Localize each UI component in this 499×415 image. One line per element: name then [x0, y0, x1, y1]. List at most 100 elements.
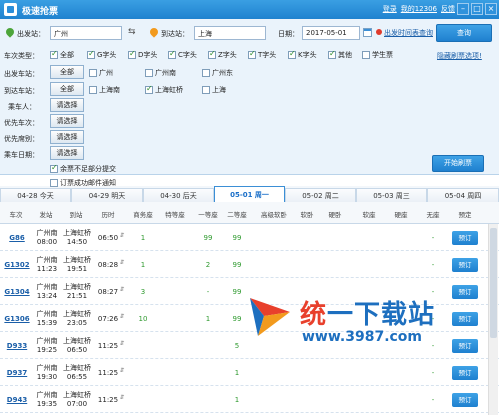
checkbox-icon [89, 86, 97, 94]
train-number[interactable]: G86 [4, 234, 30, 242]
timetable-link[interactable]: 出发时间表查询 [384, 28, 433, 38]
student-ticket-checkbox[interactable]: 学生票 [362, 50, 393, 60]
col-hard-seat: 硬座 [394, 211, 408, 219]
depart-station-guangzhou[interactable]: 广州 [89, 68, 113, 78]
from-cell: 广州南 19:35 [34, 391, 60, 409]
arrive-station-label: 到达车站： [4, 87, 39, 95]
from-station-input[interactable]: 广州 [50, 26, 122, 40]
arrive-station-hongqiao[interactable]: 上海虹桥 [145, 84, 183, 95]
from-station: 广州南 [36, 337, 58, 345]
train-number[interactable]: D933 [4, 342, 30, 350]
login-link[interactable]: 登录 [383, 4, 397, 14]
train-number[interactable]: D943 [4, 396, 30, 404]
col-special: 特等座 [165, 211, 185, 219]
from-time: 19:25 [36, 346, 58, 354]
train-type-t[interactable]: T字头 [248, 49, 276, 60]
to-cell: 上海虹桥 06:50 [62, 337, 92, 355]
table-row[interactable]: D943 广州南 19:35 上海虹桥 07:00 ⇵ 11:25 1- 预订 [0, 387, 499, 413]
scrollbar-thumb[interactable] [490, 228, 497, 338]
to-time: 19:51 [66, 265, 88, 273]
depart-station-guangzhoudong[interactable]: 广州东 [202, 68, 233, 78]
to-label: 到达站： [161, 30, 189, 38]
checkbox-icon [128, 49, 136, 59]
arrive-station-shanghainan[interactable]: 上海南 [89, 85, 120, 95]
train-number[interactable]: G1306 [4, 315, 30, 323]
arrive-all-button[interactable]: 全部 [50, 82, 84, 96]
table-row[interactable]: D937 广州南 19:30 上海虹桥 06:55 ⇵ 11:25 1- 预订 [0, 360, 499, 386]
app-logo-icon [4, 3, 17, 16]
title-bar: 极速抢票 登录 我的12306 反馈 – □ × [0, 0, 499, 19]
table-row[interactable]: G1302 广州南 11:23 上海虹桥 19:51 ⇵ 08:28 1 2 99- 预订 [0, 252, 499, 278]
book-button[interactable]: 预订 [452, 393, 478, 407]
date-label: 日期： [278, 30, 299, 38]
depart-station-guangzhounan[interactable]: 广州南 [145, 68, 176, 78]
checkbox-icon [50, 163, 58, 173]
hide-options-link[interactable]: 隐藏刷票选项! [437, 51, 482, 61]
seat-second: 99 [232, 234, 242, 242]
ride-date-button[interactable]: 请选择 [50, 146, 84, 160]
date-input[interactable]: 2017-05-01 [302, 26, 360, 40]
priority-train-button[interactable]: 请选择 [50, 114, 84, 128]
train-type-d[interactable]: D字头 [128, 49, 157, 60]
checkbox-icon [89, 69, 97, 77]
to-time: 07:00 [66, 400, 88, 408]
train-type-k[interactable]: K字头 [288, 49, 317, 60]
priority-seat-button[interactable]: 请选择 [50, 130, 84, 144]
train-type-c[interactable]: C字头 [168, 49, 197, 60]
from-station: 广州南 [36, 283, 58, 291]
to-cell: 上海虹桥 07:00 [62, 391, 92, 409]
maximize-button[interactable]: □ [471, 3, 483, 15]
book-button[interactable]: 预订 [452, 258, 478, 272]
my12306-link[interactable]: 我的12306 [401, 4, 437, 14]
book-button[interactable]: 预订 [452, 366, 478, 380]
train-type-all[interactable]: 全部 [50, 49, 74, 60]
from-cell: 广州南 11:23 [34, 256, 60, 274]
seat-first: 1 [205, 315, 211, 323]
arrive-station-shanghai[interactable]: 上海 [202, 85, 226, 95]
start-grab-button[interactable]: 开始刷票 [432, 155, 484, 172]
checkbox-icon [202, 69, 210, 77]
to-station-input[interactable]: 上海 [194, 26, 266, 40]
calendar-icon[interactable] [363, 28, 372, 37]
from-cell: 广州南 08:00 [34, 229, 60, 247]
feedback-link[interactable]: 反馈 [441, 4, 455, 14]
train-type-g[interactable]: G字头 [87, 49, 116, 60]
to-station: 上海虹桥 [63, 337, 91, 345]
depart-station-label: 出发车站： [4, 70, 39, 78]
from-station: 广州南 [36, 229, 58, 237]
swap-stations-icon[interactable]: ⇆ [128, 27, 136, 37]
to-station: 上海虹桥 [63, 229, 91, 237]
depart-all-button[interactable]: 全部 [50, 65, 84, 79]
train-type-z[interactable]: Z字头 [208, 49, 237, 60]
checkbox-icon [87, 49, 95, 59]
table-scrollbar[interactable] [488, 224, 498, 415]
book-button[interactable]: 预订 [452, 231, 478, 245]
search-panel: 出发站： 广州 ⇆ 到达站： 上海 日期： 2017-05-01 出发时间表查询… [0, 19, 499, 175]
table-row[interactable]: G86 广州南 08:00 上海虹桥 14:50 ⇵ 06:50 1 99 99- 预订 [0, 225, 499, 251]
table-header: 车次 发站 到站 历时 商务座 特等座 一等座 二等座 高级软卧 软卧 硬卧 软… [0, 202, 499, 224]
train-type-other[interactable]: 其他 [328, 49, 352, 60]
window-controls: – □ × [457, 3, 497, 15]
ride-date-label: 乘车日期： [4, 151, 39, 159]
partial-submit-checkbox[interactable]: 余票不足部分提交 [50, 163, 116, 174]
app-title: 极速抢票 [22, 7, 59, 17]
from-pin-icon [6, 28, 14, 38]
watermark-logo-icon [250, 298, 290, 336]
minimize-button[interactable]: – [457, 3, 469, 15]
from-station: 广州南 [36, 391, 58, 399]
query-button[interactable]: 查询 [436, 24, 492, 42]
col-to: 到站 [69, 211, 83, 219]
to-time: 21:51 [66, 292, 88, 300]
train-number[interactable]: D937 [4, 369, 30, 377]
train-number[interactable]: G1302 [4, 261, 30, 269]
email-notify-checkbox[interactable]: 订票成功邮件通知 [50, 178, 116, 188]
train-number[interactable]: G1304 [4, 288, 30, 296]
train-type-label: 车次类型： [4, 52, 39, 60]
close-button[interactable]: × [485, 3, 497, 15]
to-station: 上海虹桥 [63, 256, 91, 264]
col-adv-soft: 高级软卧 [261, 211, 287, 219]
seat-no-seat: - [431, 396, 435, 404]
passenger-select-button[interactable]: 请选择 [50, 98, 84, 112]
checkbox-icon [50, 179, 58, 187]
seat-first: 99 [203, 234, 213, 242]
